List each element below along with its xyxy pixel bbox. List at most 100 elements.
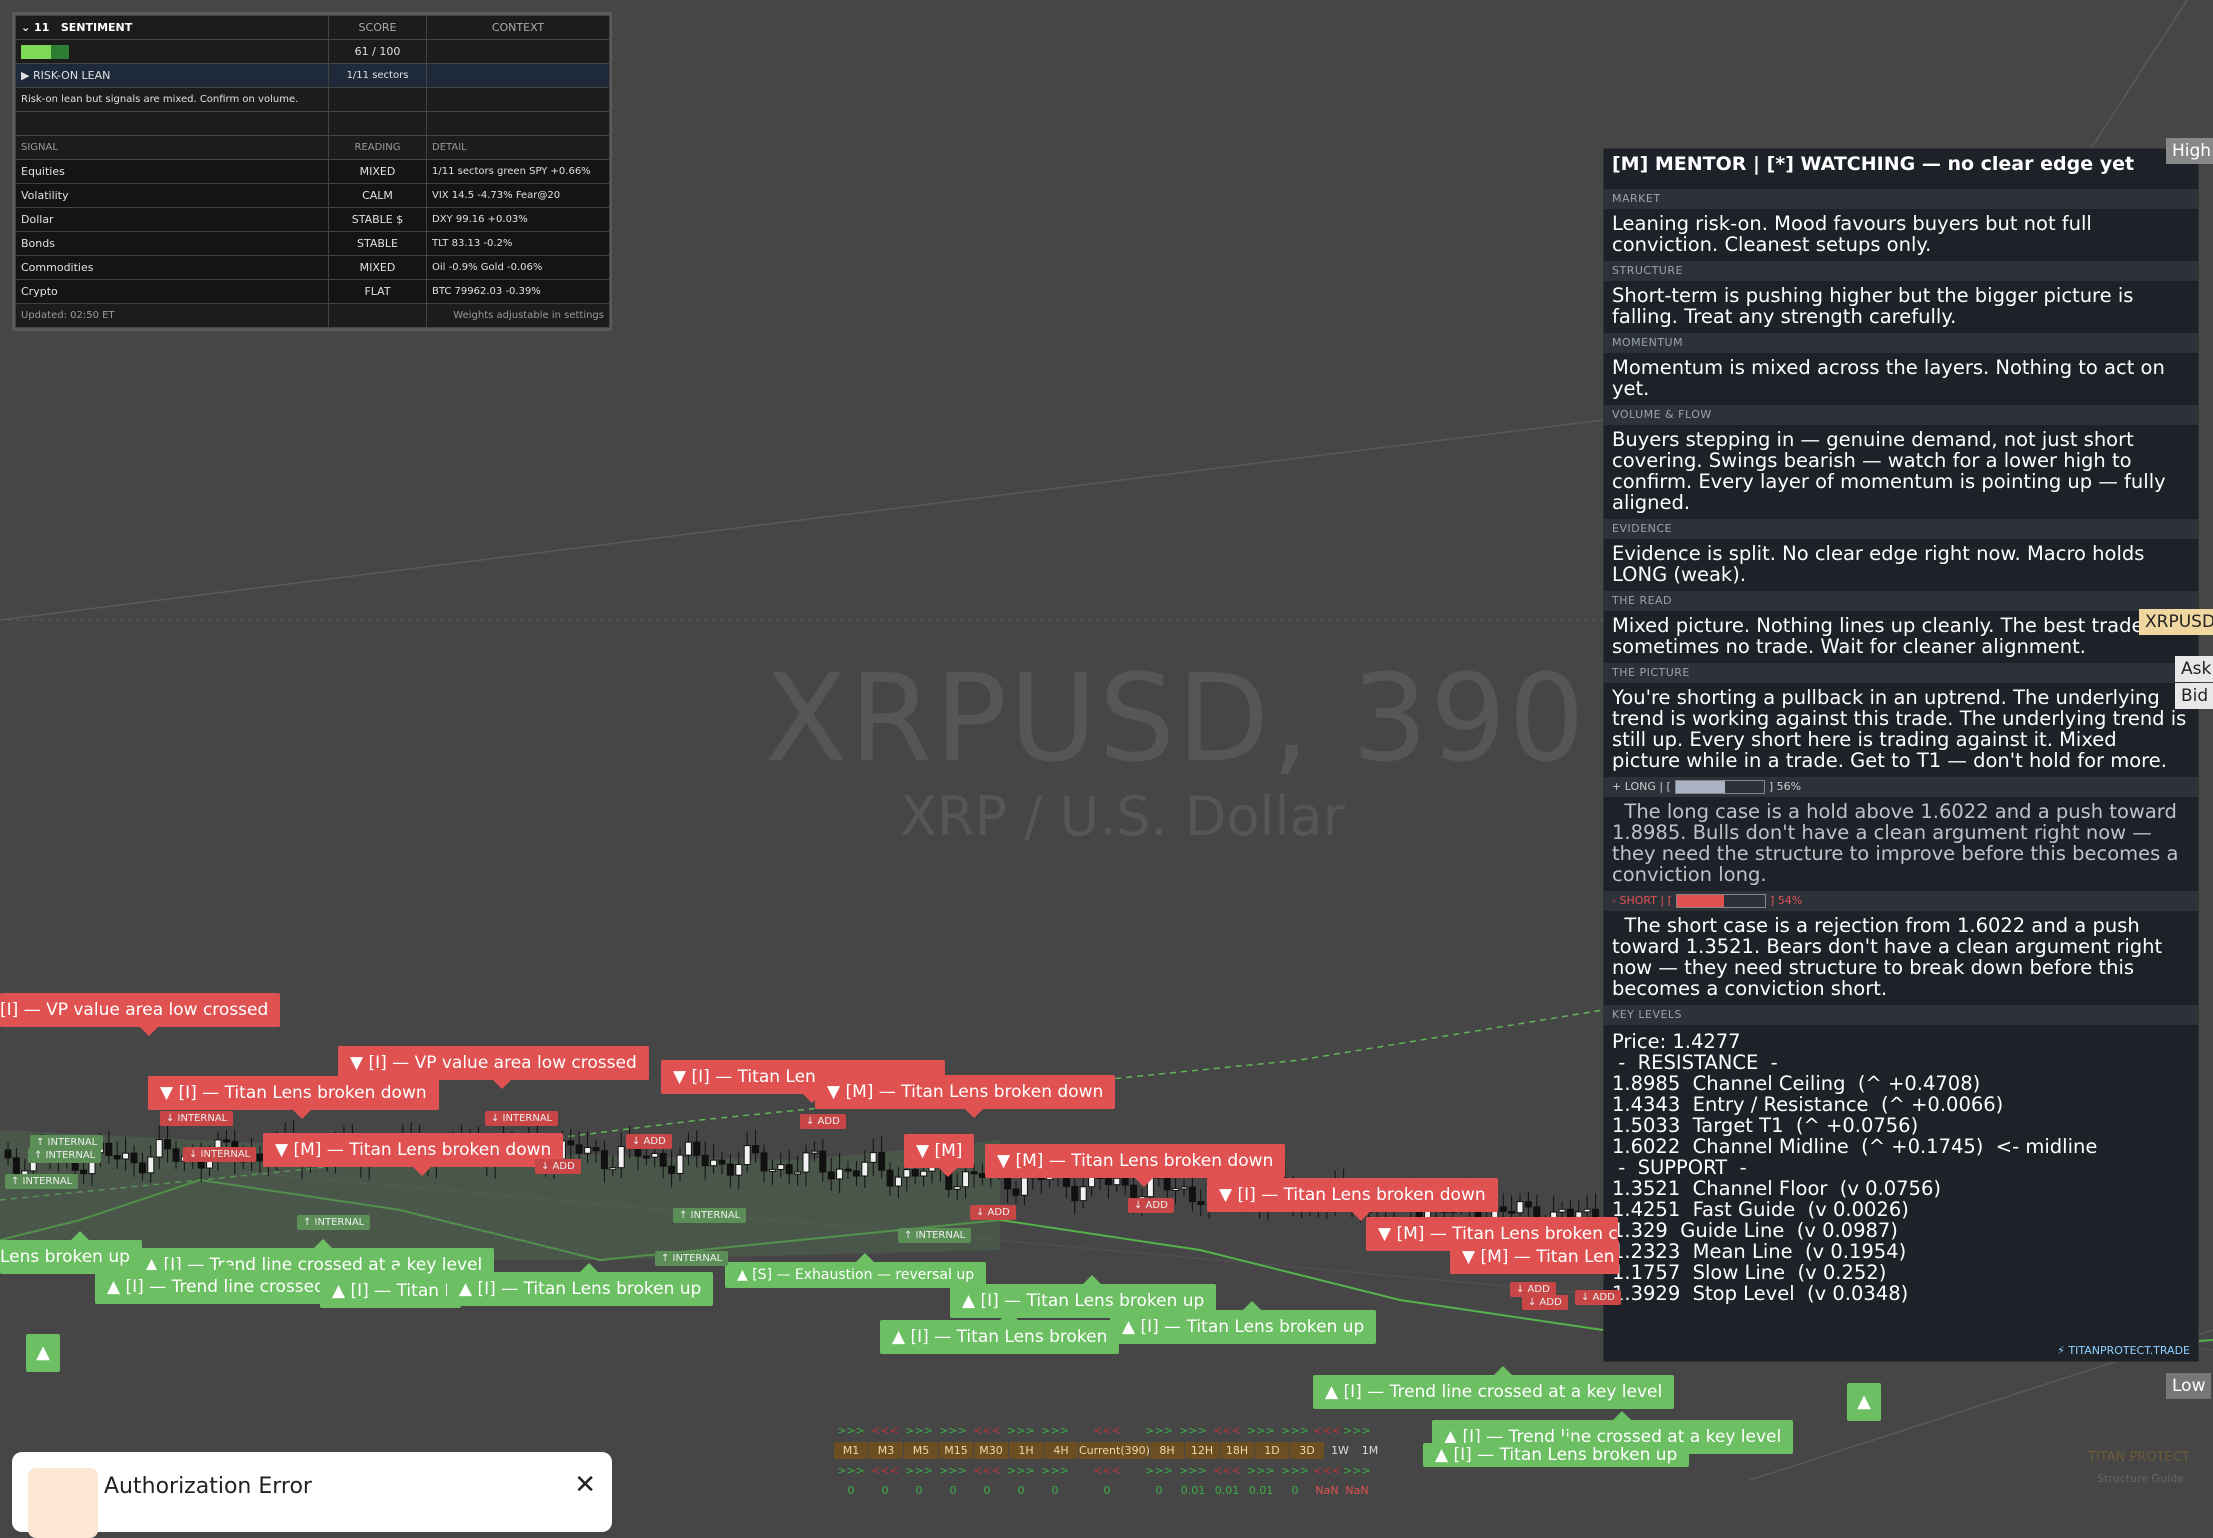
signal-label-green[interactable]: ▲ [I] — Titan Lens broken [880, 1311, 1120, 1354]
timeframe-value: NaN [1315, 1483, 1339, 1497]
signal-detail: VIX 14.5 -4.73% Fear@20 [426, 183, 610, 208]
signal-label-red[interactable]: ▼ [I] — Titan Lens broken down [148, 1076, 439, 1119]
signal-label-green[interactable]: ▲ [S] — Exhaustion — reversal up [725, 1253, 987, 1288]
candle-body [222, 1139, 230, 1143]
timeframe-cell[interactable]: M5 [904, 1441, 938, 1459]
candle-body [1197, 1201, 1205, 1206]
candle-body [172, 1148, 180, 1162]
candle-body [164, 1139, 172, 1150]
timeframe-arrow: >>> [1007, 1463, 1035, 1477]
settings-hint: Weights adjustable in settings [426, 303, 610, 328]
signal-label-red[interactable]: ▼ [I] — Titan Lens broken down [1207, 1178, 1498, 1221]
timeframe-arrows: >>> <<< >>> >>> <<< >>> >>> <<< >>> >>> <<< >>> >>> <… [834, 1420, 1385, 1440]
signal-label-red[interactable]: ▼ [M] — Titan Lens broken down [985, 1144, 1286, 1187]
key-level-line: 1.3929 Stop Level (v 0.0348) [1612, 1282, 1909, 1305]
timeframe-arrows-2: >>> <<< >>> >>> <<< >>> >>> <<< >>> >>> <<< >>> >>> <… [834, 1460, 1385, 1480]
buy-arrow-marker[interactable]: ▲ [1847, 1383, 1881, 1421]
timeframe-cell[interactable]: 1D [1255, 1441, 1289, 1459]
timeframe-arrow: >>> [905, 1423, 933, 1437]
candle-body [802, 1152, 810, 1173]
mentor-footer[interactable]: ⚡ TITANPROTECT.TRADE [2057, 1344, 2190, 1357]
candle-body [693, 1141, 701, 1156]
candle-body [735, 1163, 743, 1176]
key-level-line: 1.4251 Fast Guide (v 0.0026) [1612, 1198, 1909, 1221]
signal-label-green[interactable]: ▲ [I] — Titan Lens broken up [447, 1263, 714, 1306]
signal-name: Equities [15, 159, 329, 184]
signal-name: Crypto [15, 279, 329, 304]
internal-tag: ↑ INTERNAL [5, 1174, 79, 1189]
timeframe-cell[interactable]: 3D [1290, 1441, 1324, 1459]
signal-label-red[interactable]: ▼ [I] — VP value area low crossed [338, 1046, 649, 1089]
timeframe-value: 0 [949, 1483, 957, 1497]
signal-label-red[interactable]: [I] — VP value area low crossed [0, 993, 281, 1036]
internal-tag: ↑ INTERNAL [673, 1208, 747, 1223]
buy-arrow-marker[interactable]: ▲ [26, 1334, 60, 1372]
signal-label-red[interactable]: ▼ [M] [904, 1134, 975, 1177]
short-meter [1675, 894, 1766, 908]
candle-body [920, 1170, 928, 1177]
timeframe-cell[interactable]: 18H [1220, 1441, 1254, 1459]
candle-body [777, 1164, 785, 1170]
candle-body [886, 1169, 894, 1187]
timeframe-arrow: >>> [1041, 1463, 1069, 1477]
timeframe-cell[interactable]: 1H [1009, 1441, 1043, 1459]
timeframe-arrow: <<< [871, 1463, 899, 1477]
signal-label-red[interactable]: ▼ [M] — Titan Lens broken down [263, 1133, 564, 1176]
signal-reading: CALM [328, 183, 427, 208]
bid-tag: Bid [2175, 683, 2213, 709]
add-tag: ↓ ADD [626, 1134, 672, 1149]
timeframe-arrow: >>> [1343, 1423, 1371, 1437]
timeframe-cell[interactable]: M15 [939, 1441, 973, 1459]
signal-label-green[interactable]: Lens broken up [0, 1231, 142, 1274]
close-icon[interactable]: ✕ [574, 1470, 596, 1500]
mentor-section-label: STRUCTURE [1604, 261, 2198, 281]
timeframe-cell[interactable]: 8H [1150, 1441, 1184, 1459]
internal-tag: ↑ INTERNAL [28, 1148, 102, 1163]
timeframe-cell[interactable]: M1 [834, 1441, 868, 1459]
timeframe-cell[interactable]: M3 [869, 1441, 903, 1459]
candle-body [1104, 1177, 1112, 1186]
candle-body [903, 1169, 911, 1178]
timeframe-cell[interactable]: 1W [1325, 1444, 1355, 1457]
timeframe-arrow: >>> [1179, 1463, 1207, 1477]
table-row: Volatility CALM VIX 14.5 -4.73% Fear@20 [15, 183, 610, 208]
signal-label-green[interactable]: ▲ [I] — Titan I [320, 1265, 462, 1308]
candle-body [122, 1152, 130, 1160]
timeframe-cell[interactable]: 12H [1185, 1441, 1219, 1459]
trend-line-top-right [2089, 0, 2188, 151]
signal-label-green[interactable]: ▲ [I] — Trend line crossed at a key leve… [1313, 1366, 1675, 1409]
candle-body [1499, 1206, 1507, 1212]
signal-label-green[interactable]: ▲ [I] — Titan Lens broken up [1423, 1434, 1690, 1467]
timeframe-arrow: <<< [973, 1423, 1001, 1437]
timeframe-cell[interactable]: 1M [1355, 1444, 1385, 1457]
table-row: Dollar STABLE $ DXY 99.16 +0.03% [15, 207, 610, 232]
candle-body [592, 1146, 600, 1152]
timeframe-cell[interactable]: M30 [974, 1441, 1008, 1459]
add-tag: ↓ ADD [1575, 1290, 1621, 1305]
candle-body [80, 1169, 88, 1175]
signal-label-red[interactable]: ▼ [M] — Titan Len [1450, 1240, 1619, 1274]
signal-label-green[interactable]: ▲ [I] — Trend line crossed [95, 1261, 337, 1304]
short-label: - SHORT | [ [1612, 894, 1672, 907]
signal-label-green[interactable]: ▲ [I] — Titan Lens broken up [1110, 1301, 1377, 1344]
mentor-panel: [M] MENTOR | [*] WATCHING — no clear edg… [1603, 148, 2199, 1362]
candle-body [794, 1171, 802, 1175]
key-level-line: - SUPPORT - [1612, 1156, 1747, 1179]
candle-body [147, 1156, 155, 1174]
timeframe-arrow: >>> [1145, 1423, 1173, 1437]
candle-body [1524, 1201, 1532, 1208]
candle-body [861, 1161, 869, 1177]
candle-body [760, 1152, 768, 1172]
signal-reading: MIXED [328, 255, 427, 280]
candle-body [726, 1163, 734, 1176]
score-meter-cell [15, 39, 329, 64]
timeframe-cell[interactable]: 4H [1044, 1441, 1078, 1459]
candle-body [155, 1139, 163, 1158]
collapse-count: 11 [34, 21, 50, 34]
internal-down-tag: ↓ INTERNAL [485, 1111, 559, 1126]
signal-label-red[interactable]: ▼ [M] — Titan Lens broken down [815, 1075, 1116, 1118]
collapse-button[interactable]: ⌄ 11 [21, 21, 49, 34]
timeframe-cell[interactable]: Current(390) [1079, 1441, 1150, 1459]
candle-body [1079, 1186, 1087, 1202]
timeframe-arrow: <<< [973, 1463, 1001, 1477]
